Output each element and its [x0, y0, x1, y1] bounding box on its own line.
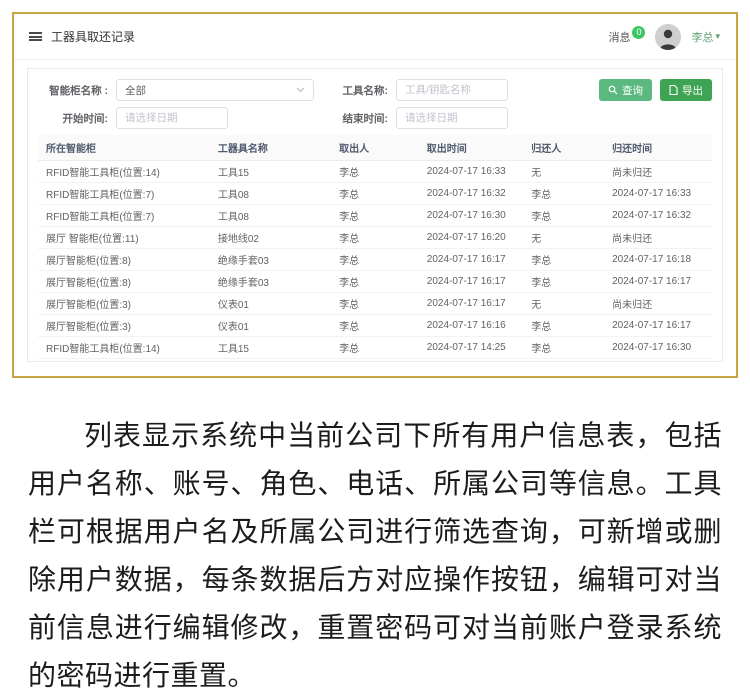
- table-row: RFID智能工具柜(位置:14)工具15李总2024-07-17 16:33无尚…: [38, 161, 712, 183]
- start-date-input[interactable]: [116, 107, 228, 129]
- screenshot-frame: 工器具取还记录 消息 0 李总 ▾ 智能柜名称 :: [12, 12, 738, 378]
- table-row: 展厅智能柜(位置:3)仪表01李总2024-07-17 16:16李总2024-…: [38, 315, 712, 337]
- user-name: 李总: [691, 29, 713, 45]
- person-icon: [655, 24, 681, 50]
- column-header: 取出人: [331, 135, 419, 161]
- query-button[interactable]: 查询: [599, 79, 652, 101]
- menu-icon[interactable]: [29, 32, 42, 41]
- description-section: 列表显示系统中当前公司下所有用户信息表，包括用户名称、账号、角色、电话、所属公司…: [28, 412, 722, 700]
- table-row: RFID智能工具柜(位置:14)工具15李总2024-07-17 14:25李总…: [38, 337, 712, 359]
- tool-name-input[interactable]: [396, 79, 508, 101]
- chevron-down-icon: [296, 87, 305, 93]
- messages-link[interactable]: 消息 0: [608, 29, 645, 45]
- messages-label: 消息: [608, 29, 630, 45]
- app-header: 工器具取还记录 消息 0 李总 ▾: [14, 14, 736, 60]
- table-header-row: 所在智能柜 工器具名称 取出人 取出时间 归还人 归还时间: [38, 135, 712, 161]
- table-row: 展厅智能柜(位置:8)绝缘手套03李总2024-07-17 16:17李总202…: [38, 271, 712, 293]
- avatar[interactable]: [655, 24, 681, 50]
- export-button[interactable]: 导出: [660, 79, 712, 101]
- table-row: RFID智能工具柜(位置:7)工具08李总2024-07-17 16:30李总2…: [38, 205, 712, 227]
- messages-count-badge: 0: [632, 26, 645, 39]
- table-row: 展厅 智能柜(位置:11)接地线02李总2024-07-17 16:20无尚未归…: [38, 227, 712, 249]
- tool-name-label: 工具名称:: [334, 83, 396, 98]
- cabinet-select-value: 全部: [125, 83, 146, 98]
- column-header: 工器具名称: [210, 135, 331, 161]
- start-time-label: 开始时间:: [38, 111, 116, 126]
- chevron-down-icon: ▾: [715, 31, 720, 42]
- records-table: 所在智能柜 工器具名称 取出人 取出时间 归还人 归还时间 RFID智能工具柜(…: [38, 135, 712, 362]
- user-menu[interactable]: 李总 ▾: [691, 29, 720, 45]
- cabinet-select[interactable]: 全部: [116, 79, 314, 101]
- end-time-label: 结束时间:: [334, 111, 396, 126]
- column-header: 取出时间: [419, 135, 523, 161]
- table-row: RFID智能工具柜(位置:11)工具12李总2024-07-17 10:48李总…: [38, 359, 712, 363]
- description-text: 列表显示系统中当前公司下所有用户信息表，包括用户名称、账号、角色、电话、所属公司…: [28, 412, 722, 700]
- end-date-input[interactable]: [396, 107, 508, 129]
- table-row: RFID智能工具柜(位置:7)工具08李总2024-07-17 16:32李总2…: [38, 183, 712, 205]
- content-panel: 智能柜名称 : 全部 工具名称: 查询: [27, 68, 723, 362]
- column-header: 归还时间: [604, 135, 712, 161]
- cabinet-name-label: 智能柜名称 :: [38, 83, 116, 98]
- export-file-icon: [669, 85, 678, 95]
- column-header: 所在智能柜: [38, 135, 210, 161]
- table-row: 展厅智能柜(位置:3)仪表01李总2024-07-17 16:17无尚未归还: [38, 293, 712, 315]
- table-row: 展厅智能柜(位置:8)绝缘手套03李总2024-07-17 16:17李总202…: [38, 249, 712, 271]
- column-header: 归还人: [523, 135, 604, 161]
- search-icon: [608, 85, 618, 95]
- page-title: 工器具取还记录: [51, 28, 135, 45]
